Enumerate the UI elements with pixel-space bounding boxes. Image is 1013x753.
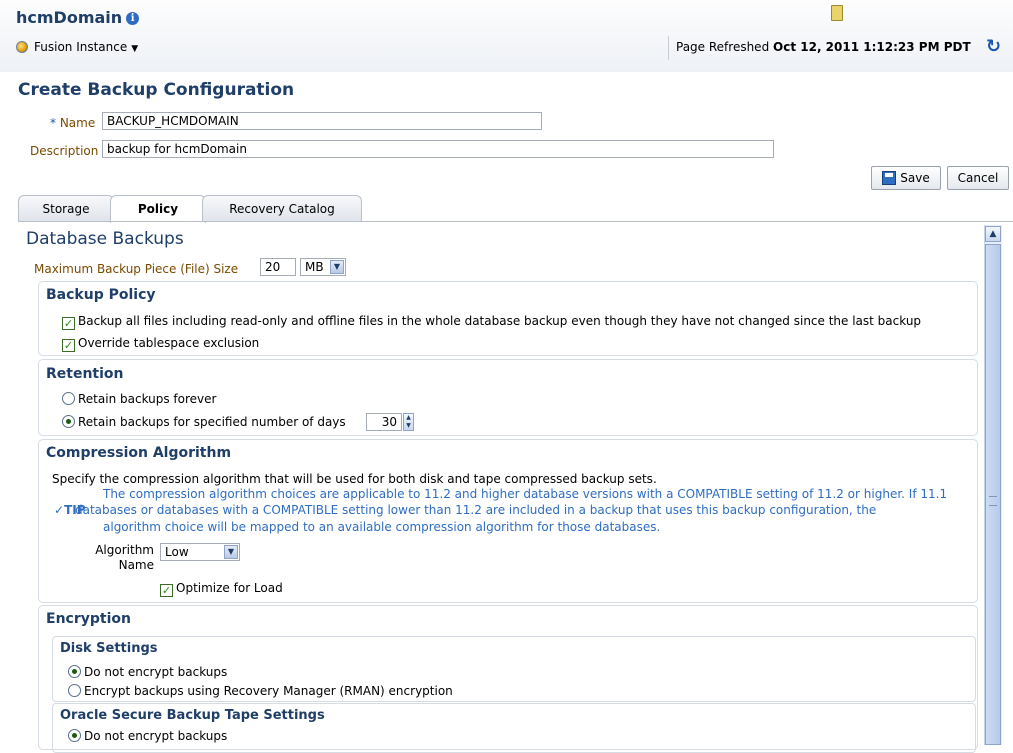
max-piece-label: Maximum Backup Piece (File) Size xyxy=(34,262,239,276)
retention-heading: Retention xyxy=(46,366,124,382)
tab-policy[interactable]: Policy xyxy=(110,195,206,223)
save-label: Save xyxy=(900,171,930,185)
info-icon[interactable]: i xyxy=(126,12,140,25)
tape-settings-heading: Oracle Secure Backup Tape Settings xyxy=(60,708,325,723)
checkbox-checked-icon[interactable]: ✓ xyxy=(62,317,75,330)
size-unit-select[interactable]: MB ▼ xyxy=(300,258,346,276)
scrollbar-thumb[interactable] xyxy=(985,244,1001,745)
radio-selected-icon[interactable] xyxy=(62,415,75,428)
algorithm-label-line1: Algorithm xyxy=(95,543,154,557)
scroll-up-icon[interactable]: ▲ xyxy=(985,226,1001,242)
chevron-down-icon[interactable]: ▼ xyxy=(224,545,238,559)
page-header xyxy=(0,0,1013,72)
tab-baseline xyxy=(18,221,1013,222)
tip-text-line-2: databases or databases with a COMPATIBLE… xyxy=(75,503,877,517)
algorithm-value: Low xyxy=(165,545,189,559)
disk-rman-encrypt-option[interactable]: Encrypt backups using Recovery Manager (… xyxy=(68,684,453,698)
optimize-load-label: Optimize for Load xyxy=(176,581,283,595)
radio-unselected-icon[interactable] xyxy=(68,684,81,697)
name-input[interactable]: BACKUP_HCMDOMAIN xyxy=(102,112,542,130)
database-backups-heading: Database Backups xyxy=(26,229,184,249)
save-icon xyxy=(882,171,897,185)
save-button[interactable]: Save xyxy=(871,166,941,190)
disk-no-encrypt-option[interactable]: Do not encrypt backups xyxy=(68,665,227,679)
backup-all-files-label: Backup all files including read-only and… xyxy=(78,314,922,328)
instance-menu[interactable]: Fusion Instance ▼ xyxy=(16,40,138,54)
override-exclusion-label: Override tablespace exclusion xyxy=(78,336,260,350)
spinner-arrows-icon[interactable]: ▲ ▼ xyxy=(403,413,414,431)
retain-days-option[interactable]: Retain backups for specified number of d… xyxy=(62,415,346,429)
page-refreshed-status: Page Refreshed Oct 12, 2011 1:12:23 PM P… xyxy=(676,40,971,54)
description-label: Description xyxy=(30,144,99,158)
chevron-down-icon[interactable]: ▼ xyxy=(330,260,344,274)
required-marker: * xyxy=(50,116,56,130)
size-unit-value: MB xyxy=(305,260,324,274)
refreshed-time: Oct 12, 2011 1:12:23 PM PDT xyxy=(773,40,971,54)
disk-rman-encrypt-label: Encrypt backups using Recovery Manager (… xyxy=(84,684,453,698)
refresh-icon[interactable]: ↻ xyxy=(986,36,1001,57)
algorithm-select[interactable]: Low ▼ xyxy=(160,543,240,561)
radio-unselected-icon[interactable] xyxy=(62,392,75,405)
checkbox-checked-icon[interactable]: ✓ xyxy=(62,339,75,352)
radio-selected-icon[interactable] xyxy=(68,729,81,742)
algorithm-name-label: Algorithm Name xyxy=(92,543,154,573)
description-input[interactable]: backup for hcmDomain xyxy=(102,140,774,158)
domain-title[interactable]: hcmDomain i xyxy=(16,8,140,27)
retain-forever-label: Retain backups forever xyxy=(78,392,217,406)
instance-label[interactable]: Fusion Instance xyxy=(34,40,127,54)
refreshed-prefix: Page Refreshed xyxy=(676,40,770,54)
tab-storage[interactable]: Storage xyxy=(18,195,114,222)
backup-policy-heading: Backup Policy xyxy=(46,287,156,303)
tape-no-encrypt-label: Do not encrypt backups xyxy=(84,729,228,743)
target-icon xyxy=(16,41,28,53)
cancel-button[interactable]: Cancel xyxy=(947,166,1009,190)
radio-selected-icon[interactable] xyxy=(68,665,81,678)
chevron-down-icon[interactable]: ▼ xyxy=(131,44,138,54)
retain-days-input[interactable]: 30 xyxy=(366,413,402,431)
retain-days-label: Retain backups for specified number of d… xyxy=(78,415,346,429)
header-divider xyxy=(668,36,669,60)
disk-settings-heading: Disk Settings xyxy=(60,641,158,656)
disk-no-encrypt-label: Do not encrypt backups xyxy=(84,665,228,679)
compression-description: Specify the compression algorithm that w… xyxy=(52,472,657,486)
tip-text-line-3: algorithm choice will be mapped to an av… xyxy=(103,520,661,534)
backup-all-files-option[interactable]: ✓ Backup all files including read-only an… xyxy=(62,314,921,330)
tip-text-line-1: The compression algorithm choices are ap… xyxy=(103,487,948,501)
check-circle-icon: ✓ xyxy=(54,503,65,517)
optimize-load-option[interactable]: ✓ Optimize for Load xyxy=(160,581,283,597)
domain-title-text[interactable]: hcmDomain xyxy=(16,8,122,27)
encryption-heading: Encryption xyxy=(46,611,131,627)
name-label-text: Name xyxy=(59,116,96,130)
checkbox-checked-icon[interactable]: ✓ xyxy=(160,584,173,597)
name-label: * Name xyxy=(50,116,95,130)
tape-no-encrypt-option[interactable]: Do not encrypt backups xyxy=(68,729,227,743)
scrollbar-grip-icon xyxy=(989,496,997,506)
page-title: Create Backup Configuration xyxy=(18,80,295,100)
tab-recovery-catalog[interactable]: Recovery Catalog xyxy=(202,195,362,222)
retain-forever-option[interactable]: Retain backups forever xyxy=(62,392,216,406)
max-piece-input[interactable]: 20 xyxy=(260,258,296,276)
algorithm-label-line2: Name xyxy=(118,558,154,572)
override-exclusion-option[interactable]: ✓ Override tablespace exclusion xyxy=(62,336,259,352)
document-icon[interactable] xyxy=(831,5,843,21)
compression-heading: Compression Algorithm xyxy=(46,445,232,461)
